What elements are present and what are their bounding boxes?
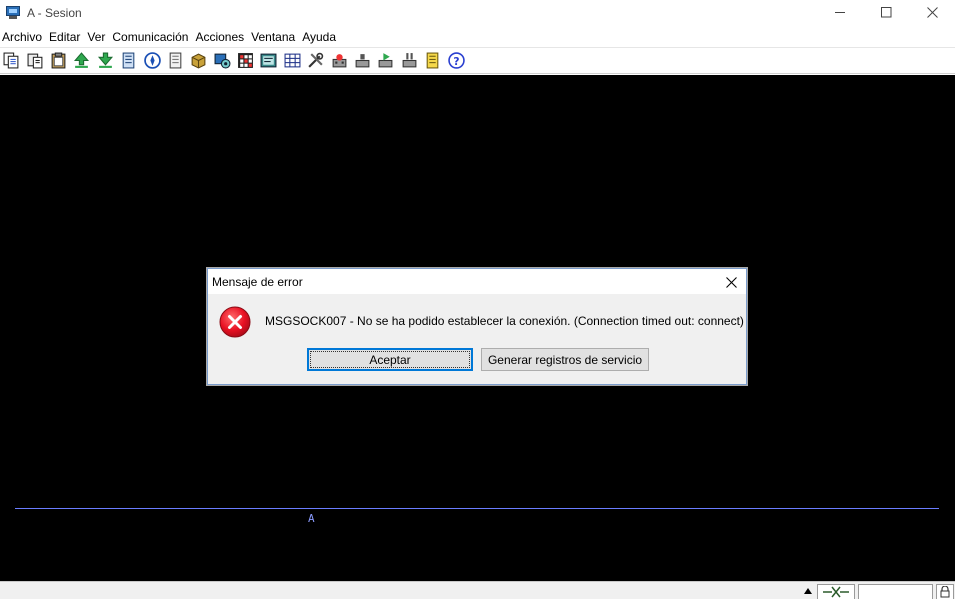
notes-button[interactable] xyxy=(421,50,444,72)
menu-editar[interactable]: Editar xyxy=(47,30,84,44)
menu-acciones[interactable]: Acciones xyxy=(193,30,248,44)
receive-file-icon xyxy=(97,52,113,68)
send-file-button[interactable] xyxy=(70,50,93,72)
disconnected-icon xyxy=(823,586,849,598)
notebook-icon xyxy=(169,52,182,69)
notebook-button[interactable] xyxy=(164,50,187,72)
grid-icon xyxy=(284,53,301,68)
pause-button[interactable] xyxy=(398,50,421,72)
status-field xyxy=(858,584,933,599)
scroll-up-icon[interactable] xyxy=(802,585,814,597)
operator-info-line xyxy=(15,508,939,509)
close-icon xyxy=(926,7,938,18)
close-button[interactable] xyxy=(909,0,955,25)
error-dialog: Mensaje de error MSGSOCK007 - No se ha p… xyxy=(207,268,747,385)
minimize-icon xyxy=(834,12,845,13)
keypad-button[interactable] xyxy=(234,50,257,72)
grid-button[interactable] xyxy=(281,50,304,72)
generate-service-logs-button[interactable]: Generar registros de servicio xyxy=(481,348,649,371)
record-icon xyxy=(332,54,347,68)
screen-icon xyxy=(261,53,277,68)
dialog-title: Mensaje de error xyxy=(212,274,303,289)
stop-icon xyxy=(355,54,370,68)
minimize-button[interactable] xyxy=(817,0,863,25)
wrench-icon xyxy=(308,52,324,68)
record-button[interactable] xyxy=(327,50,350,72)
accept-button[interactable]: Aceptar xyxy=(307,348,473,371)
keypad-icon xyxy=(238,53,254,68)
menu-archivo[interactable]: Archivo xyxy=(0,30,46,44)
dialog-title-bar: Mensaje de error xyxy=(208,269,746,294)
help-button[interactable]: ? xyxy=(444,50,467,72)
svg-text:?: ? xyxy=(453,55,459,68)
dialog-close-button[interactable] xyxy=(722,273,740,291)
pause-icon xyxy=(402,53,417,68)
maximize-icon xyxy=(880,7,891,18)
clipboard-icon xyxy=(51,52,66,69)
copy-icon xyxy=(3,52,19,69)
toolbar: ? xyxy=(0,47,955,74)
compass-icon xyxy=(143,52,161,69)
error-icon xyxy=(219,306,251,338)
close-icon xyxy=(725,276,737,288)
play-icon xyxy=(379,53,393,68)
error-message: MSGSOCK007 - No se ha podido establecer … xyxy=(265,314,744,328)
stop-button[interactable] xyxy=(351,50,374,72)
macro-button[interactable] xyxy=(211,50,234,72)
paste-button[interactable] xyxy=(23,50,46,72)
status-bar xyxy=(0,581,955,599)
menu-ayuda[interactable]: Ayuda xyxy=(300,30,340,44)
receive-file-button[interactable] xyxy=(94,50,117,72)
document-icon xyxy=(122,52,135,69)
title-bar: A - Sesion xyxy=(0,0,955,25)
clipboard-button[interactable] xyxy=(47,50,70,72)
dialog-body: MSGSOCK007 - No se ha podido establecer … xyxy=(208,294,746,384)
window-title: A - Sesion xyxy=(27,5,82,20)
play-button[interactable] xyxy=(374,50,397,72)
package-button[interactable] xyxy=(187,50,210,72)
copy-button[interactable] xyxy=(0,50,23,72)
maximize-button[interactable] xyxy=(863,0,909,25)
session-indicator: A xyxy=(308,512,315,525)
menu-ver[interactable]: Ver xyxy=(85,30,109,44)
package-icon xyxy=(191,53,206,69)
send-file-icon xyxy=(74,52,90,68)
screen-button[interactable] xyxy=(257,50,280,72)
help-icon: ? xyxy=(447,52,465,69)
notes-icon xyxy=(426,52,439,69)
menu-comunicacion[interactable]: Comunicación xyxy=(110,30,192,44)
wrench-button[interactable] xyxy=(304,50,327,72)
connection-status-indicator xyxy=(817,584,855,599)
paste-icon xyxy=(27,53,42,69)
window-controls xyxy=(817,0,955,25)
lock-icon xyxy=(936,584,954,599)
menu-bar: Archivo Editar Ver Comunicación Acciones… xyxy=(0,27,955,46)
document-button[interactable] xyxy=(117,50,140,72)
macro-icon xyxy=(214,53,231,69)
compass-button[interactable] xyxy=(140,50,163,72)
app-icon xyxy=(5,5,21,20)
menu-ventana[interactable]: Ventana xyxy=(249,30,299,44)
